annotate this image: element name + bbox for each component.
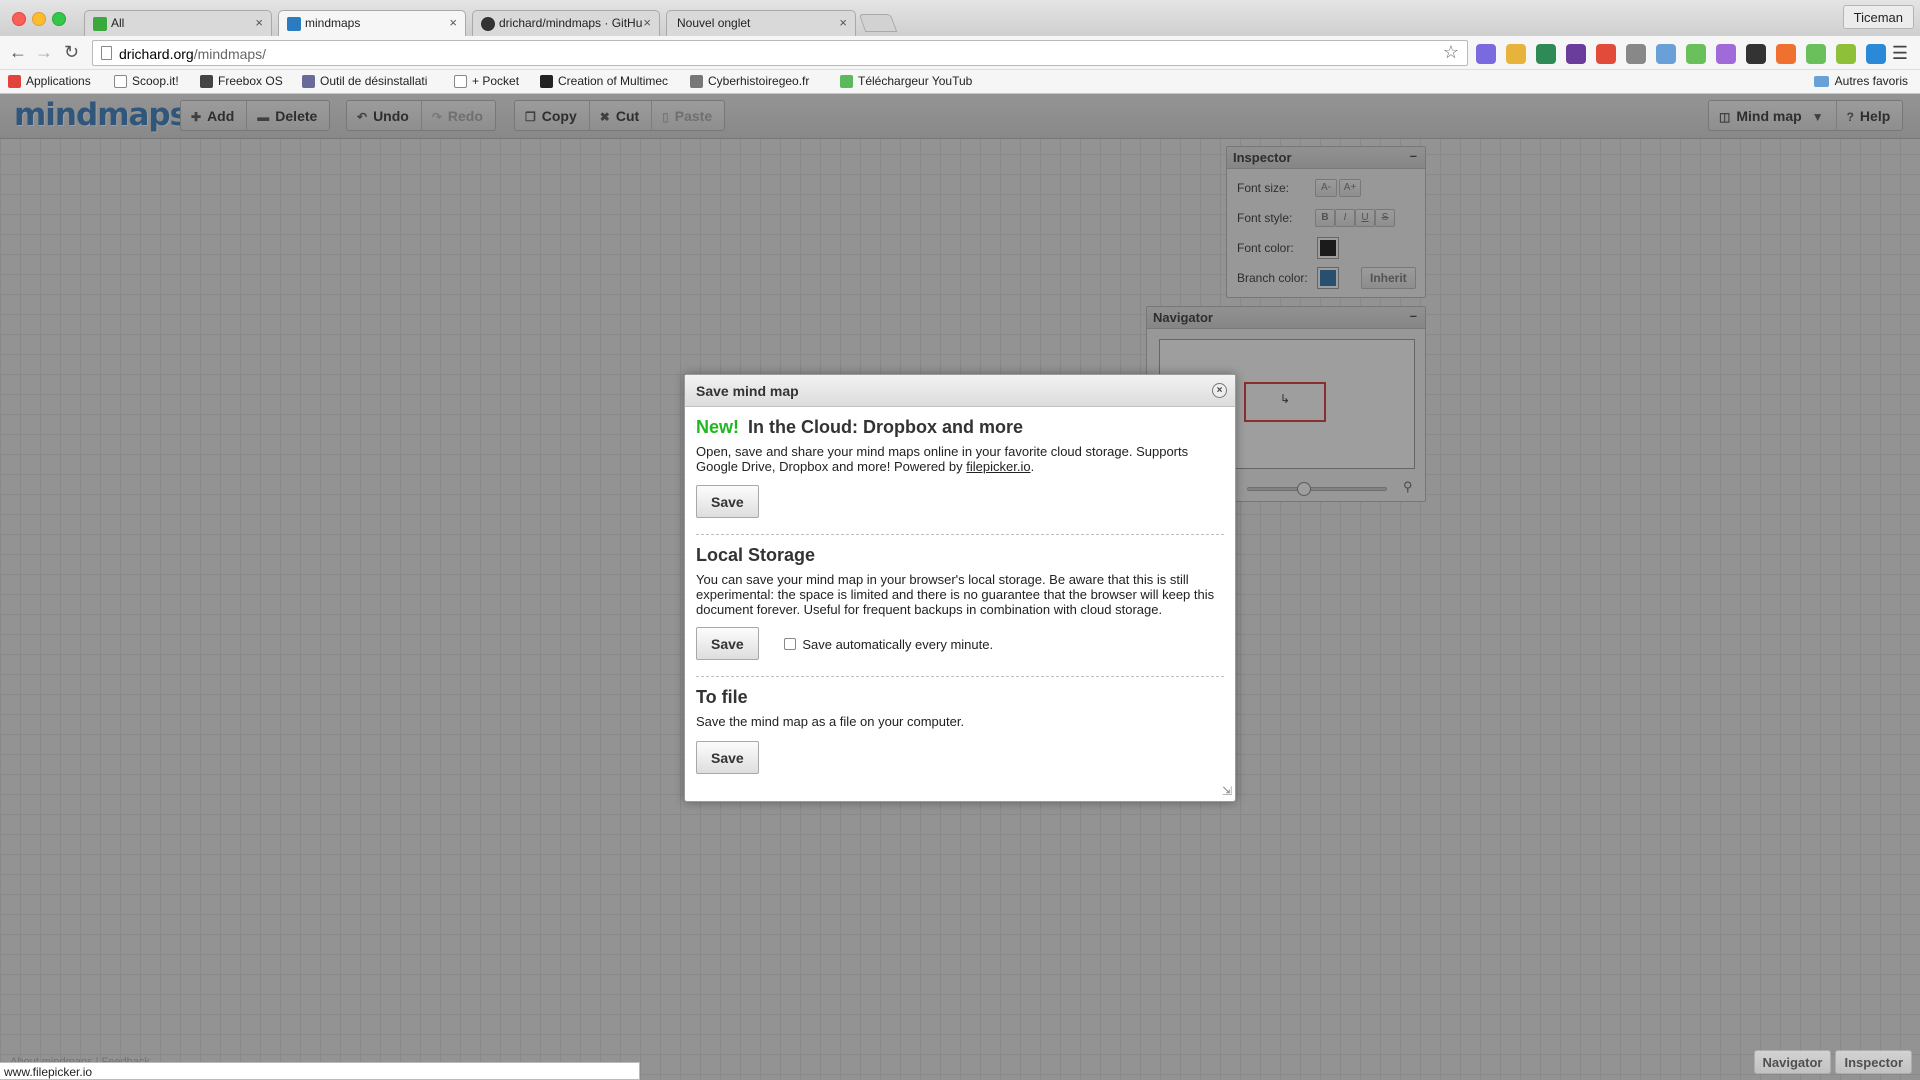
freebox-icon xyxy=(200,74,213,88)
bookmark-applications[interactable]: Applications xyxy=(8,74,91,88)
local-storage-description: You can save your mind map in your brows… xyxy=(696,572,1215,617)
dialog-titlebar[interactable]: Save mind map × xyxy=(685,375,1235,407)
new-badge: New! xyxy=(696,417,740,437)
tab-favicon-icon xyxy=(481,17,495,31)
extension-icon[interactable] xyxy=(1506,44,1526,64)
extension-icon[interactable] xyxy=(1776,44,1796,64)
filepicker-link[interactable]: filepicker.io xyxy=(966,459,1030,474)
panel-toggle-group: Navigator Inspector xyxy=(1753,1050,1912,1074)
cloud-section: New! In the Cloud: Dropbox and more Open… xyxy=(685,417,1235,535)
bookmarks-bar: Applications Scoop.it! Freebox OS Outil … xyxy=(0,70,1920,94)
bookmark-star-icon[interactable]: ☆ xyxy=(1443,42,1459,63)
cloud-save-button[interactable]: Save xyxy=(696,485,759,518)
extension-icon[interactable] xyxy=(1566,44,1586,64)
page-icon xyxy=(114,74,127,88)
extension-icons xyxy=(1476,44,1886,64)
extension-icon[interactable] xyxy=(1536,44,1556,64)
browser-tab-all[interactable]: All × xyxy=(84,10,272,36)
extension-icon[interactable] xyxy=(1476,44,1496,64)
apps-icon xyxy=(8,74,21,88)
bookmark-creation[interactable]: Creation of Multimec xyxy=(540,74,668,88)
file-save-button[interactable]: Save xyxy=(696,741,759,774)
tab-title: mindmaps xyxy=(305,16,361,30)
bookmark-pocket[interactable]: + Pocket xyxy=(454,74,519,88)
autosave-label: Save automatically every minute. xyxy=(802,637,994,652)
extension-icon[interactable] xyxy=(1866,44,1886,64)
dialog-title: Save mind map xyxy=(696,383,799,399)
local-save-button[interactable]: Save xyxy=(696,627,759,660)
reload-icon[interactable]: ↻ xyxy=(64,42,79,63)
tab-close-icon[interactable]: × xyxy=(839,15,847,30)
cyberhistoire-icon xyxy=(690,74,703,88)
bookmark-outil[interactable]: Outil de désinstallati xyxy=(302,74,427,88)
page-icon xyxy=(101,46,112,60)
tab-close-icon[interactable]: × xyxy=(643,15,651,30)
download-icon xyxy=(840,74,853,88)
inspector-toggle-button[interactable]: Inspector xyxy=(1835,1050,1912,1074)
divider xyxy=(696,534,1224,535)
forward-icon[interactable]: → xyxy=(35,42,53,63)
address-bar[interactable]: drichard.org/mindmaps/ ☆ xyxy=(92,40,1468,66)
other-bookmarks[interactable]: Autres favoris xyxy=(1813,74,1908,88)
browser-toolbar: ← → ↻ drichard.org/mindmaps/ ☆ ☰ xyxy=(0,36,1920,70)
tab-title: drichard/mindmaps · GitHu xyxy=(499,16,643,30)
uninstall-icon xyxy=(302,74,315,88)
bookmark-freebox[interactable]: Freebox OS xyxy=(200,74,283,88)
profile-button[interactable]: Ticeman xyxy=(1842,5,1914,29)
extension-icon[interactable] xyxy=(1686,44,1706,64)
window-zoom-button[interactable] xyxy=(52,12,66,26)
back-icon[interactable]: ← xyxy=(9,42,27,63)
window-close-button[interactable] xyxy=(12,12,26,26)
autosave-checkbox[interactable] xyxy=(784,638,797,650)
file-section: To file Save the mind map as a file on y… xyxy=(685,687,1235,774)
window-minimize-button[interactable] xyxy=(32,12,46,26)
chrome-menu-icon[interactable]: ☰ xyxy=(1892,43,1908,64)
divider xyxy=(696,676,1224,677)
local-storage-section: Local Storage You can save your mind map… xyxy=(685,545,1235,677)
extension-icon[interactable] xyxy=(1596,44,1616,64)
extension-icon[interactable] xyxy=(1746,44,1766,64)
extension-icon[interactable] xyxy=(1806,44,1826,64)
extension-icon[interactable] xyxy=(1716,44,1736,64)
new-tab-button[interactable] xyxy=(858,14,898,32)
browser-tab-github[interactable]: drichard/mindmaps · GitHu × xyxy=(472,10,660,36)
tab-close-icon[interactable]: × xyxy=(449,15,457,30)
status-bar-url: www.filepicker.io xyxy=(0,1062,640,1080)
url-text: drichard.org/mindmaps/ xyxy=(119,46,267,62)
tab-title: All xyxy=(111,16,125,30)
local-storage-heading: Local Storage xyxy=(696,545,816,565)
multimedia-icon xyxy=(540,74,553,88)
extension-icon[interactable] xyxy=(1656,44,1676,64)
extension-icon[interactable] xyxy=(1836,44,1856,64)
bookmark-scoopit[interactable]: Scoop.it! xyxy=(114,74,179,88)
file-description: Save the mind map as a file on your comp… xyxy=(696,714,965,729)
cloud-description: Open, save and share your mind maps onli… xyxy=(696,444,1189,474)
browser-titlebar: All × mindmaps × drichard/mindmaps · Git… xyxy=(0,0,1920,36)
tab-title: Nouvel onglet xyxy=(677,16,751,30)
save-mindmap-dialog: Save mind map × New! In the Cloud: Dropb… xyxy=(684,374,1236,802)
navigator-toggle-button[interactable]: Navigator xyxy=(1753,1050,1832,1074)
folder-icon xyxy=(1813,75,1829,87)
extension-icon[interactable] xyxy=(1626,44,1646,64)
tab-favicon-icon xyxy=(93,17,107,31)
bookmark-youtube[interactable]: Téléchargeur YouTub xyxy=(840,74,972,88)
cloud-heading: New! In the Cloud: Dropbox and more xyxy=(696,417,1024,437)
resize-grip-icon[interactable]: ⇲ xyxy=(1222,784,1232,798)
tab-close-icon[interactable]: × xyxy=(255,15,263,30)
tab-favicon-icon xyxy=(287,17,301,31)
browser-tab-new[interactable]: Nouvel onglet × xyxy=(666,10,856,36)
dialog-close-button[interactable]: × xyxy=(1212,383,1227,398)
page-icon xyxy=(454,74,467,88)
bookmark-cyberhistoire[interactable]: Cyberhistoiregeo.fr xyxy=(690,74,809,88)
file-heading: To file xyxy=(696,687,748,707)
browser-tab-mindmaps[interactable]: mindmaps × xyxy=(278,10,466,36)
